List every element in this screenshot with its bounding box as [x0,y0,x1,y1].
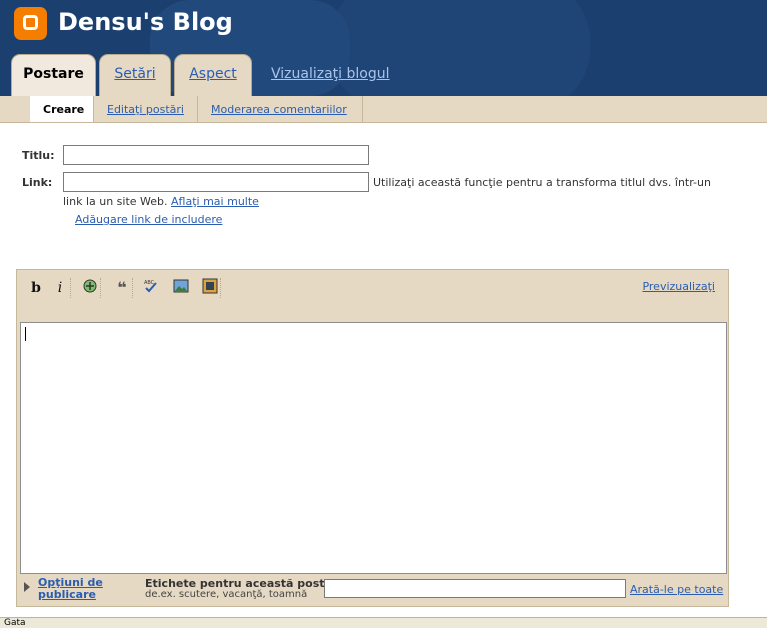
link-hint: Utilizaţi această funcţie pentru a trans… [373,176,711,189]
post-editor: b i ❝ ABC Previzualizaţi Opţiuni de publ… [16,269,729,607]
blogger-logo-icon[interactable] [14,7,47,40]
link-input[interactable] [63,172,369,192]
link-hint-line2: link la un site Web. Aflaţi mai multe [63,195,259,208]
link-hint-text: link la un site Web. [63,195,168,208]
labels-input[interactable] [324,579,626,598]
learn-more-link[interactable]: Aflaţi mai multe [171,195,259,208]
subtab-creare[interactable]: Creare [30,96,94,122]
post-options-link[interactable]: Opţiuni de publicare [38,577,118,601]
tab-setari[interactable]: Setări [99,54,171,96]
spellcheck-icon[interactable]: ABC [141,278,161,298]
expand-arrow-icon[interactable] [24,582,30,592]
title-input[interactable] [63,145,369,165]
subtab-moderarea-comentariilor[interactable]: Moderarea comentariilor [198,96,363,122]
view-blog-link[interactable]: Vizualizaţi blogul [271,66,390,82]
bold-button[interactable]: b [26,278,46,298]
blog-title: Densu's Blog [58,8,233,36]
tab-aspect[interactable]: Aspect [174,54,252,96]
post-body-editor[interactable] [20,322,727,574]
tab-postare[interactable]: Postare [11,54,96,96]
browser-status-bar: Gata [0,617,767,628]
title-label: Titlu: [22,149,55,162]
preview-link[interactable]: Previzualizaţi [642,280,715,293]
quote-icon[interactable]: ❝ [112,278,133,298]
add-enclosure-link[interactable]: Adăugare link de includere [75,213,222,226]
labels-example: de.ex. scutere, vacanţă, toamnă [145,589,308,600]
link-label: Link: [22,176,53,189]
subtab-editati-postari[interactable]: Editaţi postări [94,96,198,122]
text-caret [25,327,26,341]
blog-header: Densu's Blog Postare Setări Aspect Vizua… [0,0,767,96]
italic-button[interactable]: i [50,278,71,298]
sub-navigation: Creare Editaţi postări Moderarea comenta… [0,96,767,123]
video-icon[interactable] [200,278,221,298]
link-icon[interactable] [80,278,101,298]
image-icon[interactable] [171,278,191,298]
show-all-labels-link[interactable]: Arată-le pe toate [630,583,723,596]
